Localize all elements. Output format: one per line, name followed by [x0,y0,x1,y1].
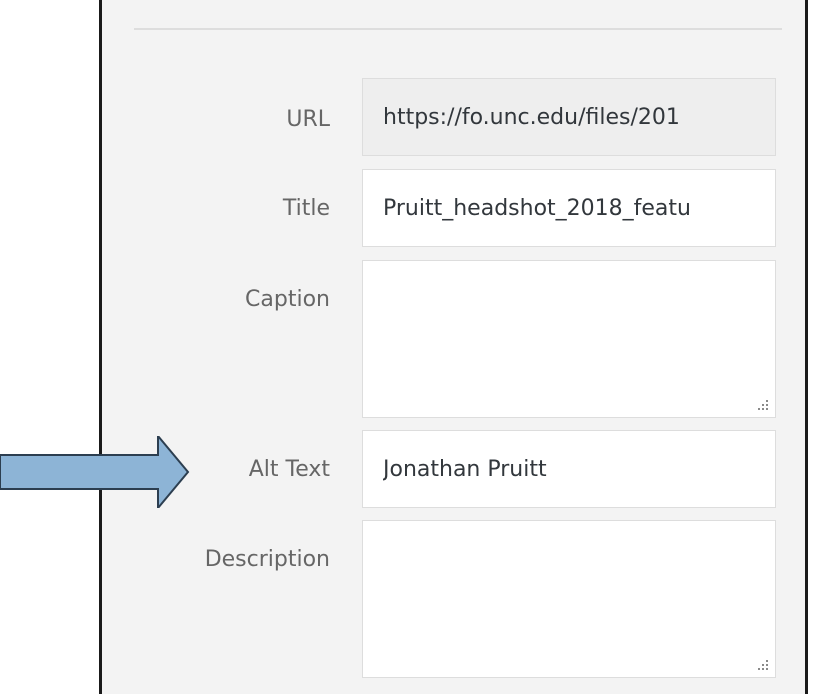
title-field[interactable] [362,169,776,247]
url-field[interactable] [362,78,776,156]
caption-textarea[interactable] [362,260,776,418]
description-textarea[interactable] [362,520,776,678]
caption-resize-handle[interactable] [758,400,770,412]
section-divider [134,28,782,30]
alt-text-field[interactable] [362,430,776,508]
url-label: URL [286,107,330,132]
title-label: Title [282,196,330,221]
description-label: Description [204,547,330,572]
caption-label: Caption [245,287,330,312]
pointer-arrow-icon [0,436,190,508]
description-resize-handle[interactable] [758,660,770,672]
